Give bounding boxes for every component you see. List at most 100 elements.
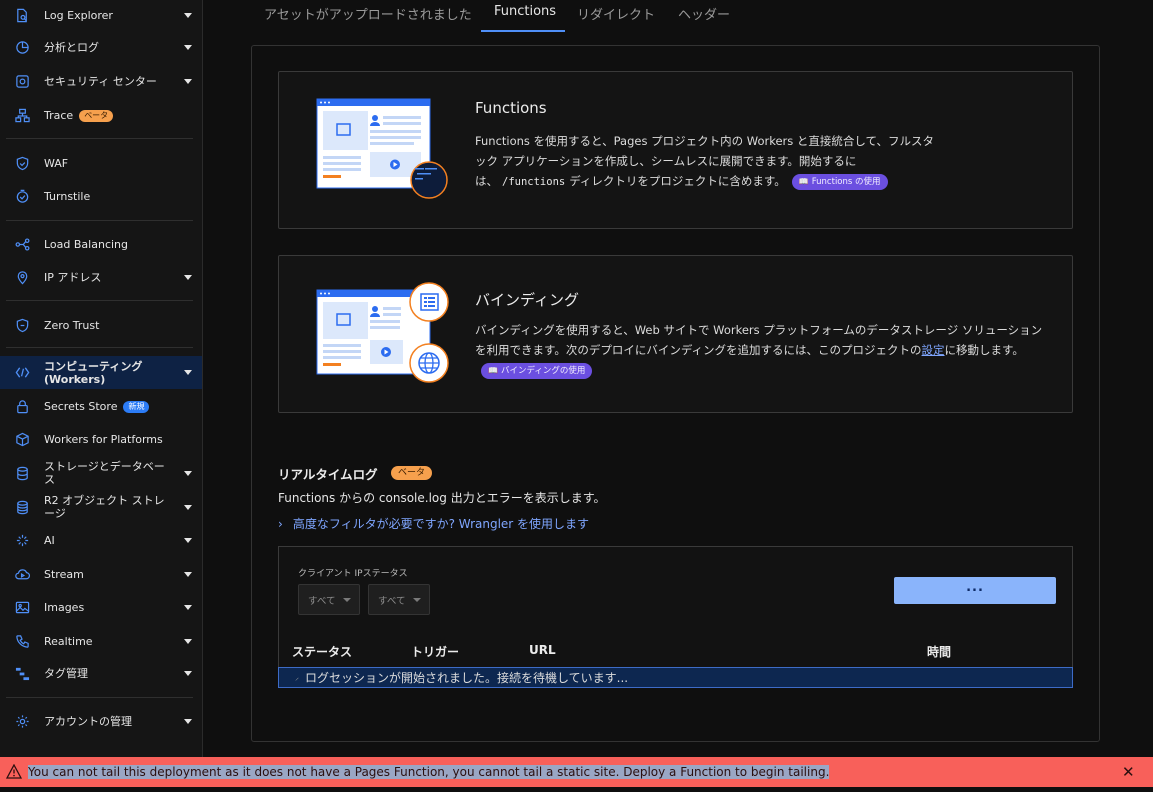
sidebar-item-storage-databases[interactable]: ストレージとデータベース [0,458,202,488]
sidebar-item-label: Secrets Store [44,399,118,413]
sidebar-item-workers-for-platforms[interactable]: Workers for Platforms [0,430,202,448]
chevron-down-icon [179,470,197,476]
chevron-down-icon [179,12,197,18]
book-icon: 📖 [798,176,809,186]
sidebar-item-label: AI [44,533,55,547]
tab-functions[interactable]: Functions [494,4,556,19]
chevron-down-icon [179,537,197,543]
location-pin-icon [14,269,30,285]
chevron-down-icon [179,718,197,724]
shield-icon [14,155,30,171]
tab-redirects[interactable]: リダイレクト [577,4,655,23]
phone-icon [14,633,30,649]
sidebar-item-label-line2: ージ [44,507,66,520]
tab-headers[interactable]: ヘッダー [678,4,730,23]
sidebar-item-label: アカウントの管理 [44,714,132,728]
image-icon [14,599,30,615]
chevron-down-icon [179,504,197,510]
sidebar-item-label: Realtime [44,634,93,648]
functions-usage-pill[interactable]: 📖 Functions の使用 [791,173,888,190]
sidebar-item-label: WAF [44,156,69,170]
chevron-down-icon [179,670,197,676]
sidebar-item-compute-workers[interactable]: コンピューティング (Workers) [0,356,202,389]
chevron-down-icon [179,274,197,280]
bindings-usage-pill[interactable]: 📖 バインディングの使用 [481,362,593,379]
sidebar-item-label-line1: コンピューティング [44,359,143,373]
bindings-title: バインディング [475,291,579,309]
column-header-status: ステータス [292,645,353,659]
warning-icon [6,764,22,779]
lock-icon [14,398,30,414]
sidebar-item-stream[interactable]: Stream [0,565,202,583]
sidebar-item-label: Log Explorer [44,8,113,22]
sidebar-item-security-center[interactable]: セキュリティ センター [0,72,202,90]
chart-pie-icon [14,39,30,55]
sidebar-item-label: Trace [44,108,74,122]
tab-assets-uploaded[interactable]: アセットがアップロードされました [264,4,472,23]
chevron-down-icon [179,604,197,610]
sidebar-item-account-management[interactable]: アカウントの管理 [0,712,202,730]
sidebar-item-label-line2: ス [44,473,55,486]
sidebar-item-label: Turnstile [44,189,91,203]
trace-icon [14,107,30,123]
sidebar-item-label: IP アドレス [44,270,102,284]
main-content: アセットがアップロードされました Functions リダイレクト ヘッダー F… [204,0,1153,757]
beta-badge: ベータ [391,466,433,480]
bindings-description: バインディングを使用すると、Web サイトで Workers プラットフォームの… [475,320,1045,380]
bindings-illustration [316,282,449,383]
cube-icon [14,431,30,447]
functions-card: Functions Functions を使用すると、Pages プロジェクト内… [278,71,1073,229]
log-viewer: クライアント IPステータス すべて すべて ... ステータス トリガー UR… [278,546,1073,688]
beta-badge: ベータ [79,109,114,122]
sidebar-item-realtime[interactable]: Realtime [0,632,202,650]
functions-title: Functions [475,99,547,117]
more-options-button[interactable]: ... [894,577,1056,604]
sidebar-item-analytics-logs[interactable]: 分析とログ [0,38,202,56]
chevron-down-icon [179,370,197,375]
document-search-icon [14,7,30,23]
sidebar-divider [6,220,193,221]
gear-icon [14,713,30,729]
sidebar-item-tag-manager[interactable]: タグ管理 [0,664,202,682]
sidebar-item-label: Workers for Platforms [44,432,163,446]
ai-sparkle-icon [14,532,30,548]
database-icon [14,465,30,481]
sidebar-item-load-balancing[interactable]: Load Balancing [0,235,202,253]
sidebar-item-zero-trust[interactable]: Zero Trust [0,316,202,334]
log-message: ログセッションが開始されました。接続を待機しています... [305,671,629,685]
column-header-trigger: トリガー [411,645,460,659]
sidebar-item-trace[interactable]: Trace ベータ [0,106,202,124]
wrangler-advanced-filter-link[interactable]: › 高度なフィルタが必要ですか? Wrangler を使用します [278,515,589,532]
sidebar-item-ip-addresses[interactable]: IP アドレス [0,268,202,286]
close-icon[interactable]: ✕ [1122,763,1135,781]
sidebar-item-label: 分析とログ [44,40,99,54]
sidebar: Log Explorer 分析とログ セキュリティ センター Trace ベータ … [0,0,203,757]
sidebar-item-secrets-store[interactable]: Secrets Store 新規 [0,397,202,415]
chevron-down-icon [179,571,197,577]
sidebar-item-images[interactable]: Images [0,598,202,616]
sidebar-item-r2-storage[interactable]: R2 オブジェクト ストレ ージ [0,492,202,522]
functions-illustration [316,98,448,199]
sidebar-item-log-explorer[interactable]: Log Explorer [0,6,202,24]
zero-trust-icon [14,317,30,333]
load-balancing-icon [14,236,30,252]
workers-icon [14,365,30,381]
status-filter-select[interactable]: すべて [368,584,430,615]
new-badge: 新規 [123,400,150,413]
sidebar-item-waf[interactable]: WAF [0,154,202,172]
filter-label: クライアント IPステータス [298,569,408,579]
bindings-card: バインディング バインディングを使用すると、Web サイトで Workers プ… [278,255,1073,413]
functions-usage-pill-label: Functions の使用 [811,176,881,187]
turnstile-icon [14,188,30,204]
chevron-down-icon [179,638,197,644]
book-icon: 📖 [488,365,498,375]
settings-link[interactable]: 設定 [922,343,945,357]
sidebar-item-ai[interactable]: AI [0,531,202,549]
sidebar-item-label: セキュリティ センター [44,74,157,88]
chevron-right-icon: › [278,516,283,531]
client-ip-filter-select[interactable]: すべて [298,584,360,615]
sidebar-item-label: Images [44,600,85,614]
log-session-row[interactable]: ⸝ ログセッションが開始されました。接続を待機しています... [278,667,1073,688]
sidebar-item-turnstile[interactable]: Turnstile [0,187,202,205]
security-center-icon [14,73,30,89]
